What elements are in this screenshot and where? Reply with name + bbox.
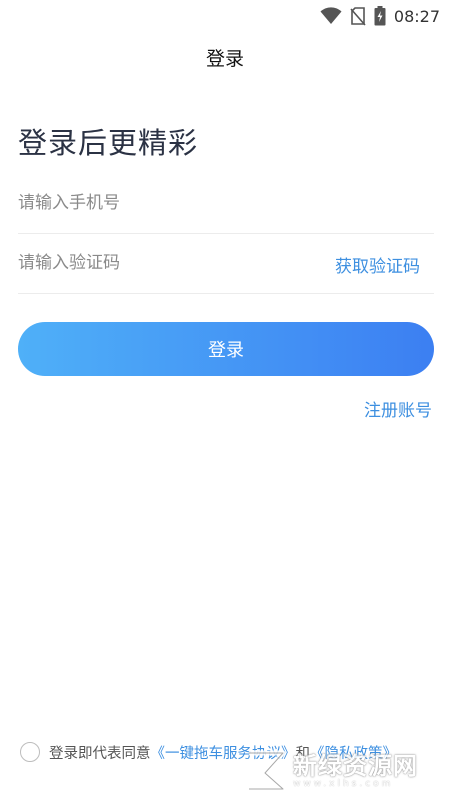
verification-code-input[interactable] [18,234,298,292]
login-button[interactable]: 登录 [18,322,434,376]
watermark-url: www.xlhs.com [293,778,394,789]
battery-charging-icon [374,6,386,26]
phone-field-row [18,174,434,234]
code-field-row: 获取验证码 [18,234,434,294]
get-code-button[interactable]: 获取验证码 [335,252,420,277]
phone-input[interactable] [18,174,298,232]
register-link[interactable]: 注册账号 [364,396,432,421]
watermark-name: 新绿资源网 [293,751,418,780]
status-bar: 08:27 [0,0,450,32]
agree-radio[interactable] [20,742,40,762]
status-icons: 08:27 [320,6,440,26]
agreement-prefix: 登录即代表同意 [49,745,151,762]
headline: 登录后更精彩 [18,126,199,160]
status-time: 08:27 [393,6,440,26]
watermark-text: 新绿资源网 www.xlhs.com [293,754,418,789]
watermark: 新绿资源网 www.xlhs.com [245,748,445,794]
wifi-icon [320,7,342,24]
no-sim-icon [350,6,366,26]
page-title: 登录 [205,48,244,70]
watermark-logo-icon [249,750,286,792]
